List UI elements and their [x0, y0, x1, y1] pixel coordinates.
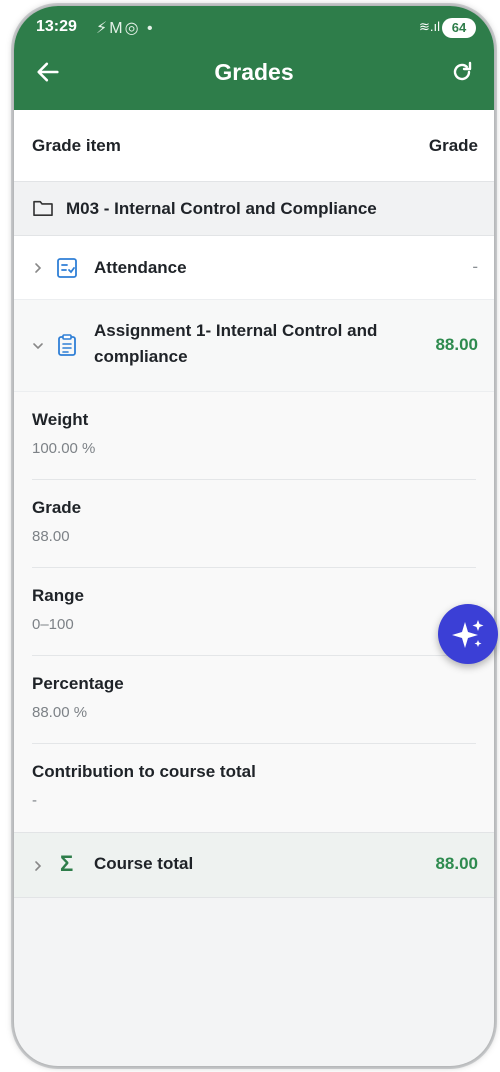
item-grade: -: [472, 257, 478, 276]
phone-screen: 13:29 ⚡M◎ • ≋.ıl 64 Grades Grade item Gr…: [14, 6, 494, 1066]
folder-icon: [33, 200, 53, 217]
status-bar: 13:29 ⚡M◎ • ≋.ıl 64: [14, 16, 494, 42]
grades-table: Grade item Grade M03 - Internal Control …: [14, 110, 494, 898]
chevron-right-icon[interactable]: [32, 860, 44, 872]
header-grade: Grade: [428, 136, 478, 155]
course-total-label: Course total: [94, 854, 194, 873]
sparkle-ai-icon: [452, 620, 484, 648]
page-title: Grades: [214, 59, 294, 85]
chevron-right-icon[interactable]: [32, 262, 44, 274]
detail-value: 100.00 %: [32, 440, 96, 457]
detail-label: Weight: [32, 410, 89, 429]
item-name-line-2: compliance: [94, 347, 188, 366]
category-row: M03 - Internal Control and Compliance: [14, 182, 494, 236]
detail-value: 0–100: [32, 616, 74, 633]
item-grade: 88.00: [435, 335, 478, 354]
ai-assistant-button[interactable]: [438, 604, 498, 664]
battery-indicator: 64: [442, 18, 476, 38]
item-name-line-1: Assignment 1- Internal Control and: [94, 321, 378, 340]
detail-weight: Weight 100.00 %: [32, 392, 476, 480]
refresh-icon[interactable]: [450, 60, 474, 84]
detail-label: Range: [32, 586, 84, 605]
signal-icon: ≋.ıl: [418, 19, 440, 34]
status-time: 13:29: [36, 18, 77, 35]
item-name: Attendance: [94, 258, 187, 277]
notification-icons: ⚡M◎ •: [96, 20, 155, 37]
detail-value: 88.00: [32, 528, 70, 545]
detail-label: Percentage: [32, 674, 124, 693]
detail-grade: Grade 88.00: [32, 480, 476, 568]
header-grade-item: Grade item: [32, 136, 121, 155]
detail-value: -: [32, 792, 37, 809]
grade-details-panel: Weight 100.00 % Grade 88.00 Range 0–100 …: [14, 392, 494, 832]
assignment-icon: [58, 334, 76, 356]
detail-contribution: Contribution to course total -: [32, 744, 476, 832]
course-total-grade: 88.00: [435, 854, 478, 873]
attendance-icon: [57, 258, 77, 278]
grade-item-attendance[interactable]: Attendance -: [14, 236, 494, 300]
grade-item-assignment[interactable]: Assignment 1- Internal Control and compl…: [14, 300, 494, 392]
sigma-icon: Σ: [60, 851, 74, 876]
category-name: M03 - Internal Control and Compliance: [66, 199, 377, 218]
detail-label: Contribution to course total: [32, 762, 256, 781]
detail-value: 88.00 %: [32, 704, 88, 721]
detail-percentage: Percentage 88.00 %: [32, 656, 476, 744]
detail-range: Range 0–100: [32, 568, 476, 656]
table-header: Grade item Grade: [14, 110, 494, 182]
chevron-down-icon[interactable]: [32, 340, 44, 352]
detail-label: Grade: [32, 498, 82, 517]
course-total-row[interactable]: Σ Course total 88.00: [14, 832, 494, 898]
app-bar: 13:29 ⚡M◎ • ≋.ıl 64 Grades: [14, 6, 494, 110]
